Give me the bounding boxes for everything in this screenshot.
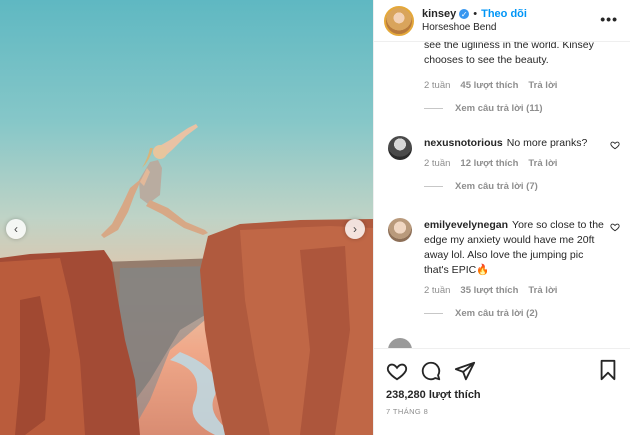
commenter-avatar[interactable] (388, 218, 412, 242)
prev-image-button[interactable]: ‹ (6, 219, 26, 239)
follow-button[interactable]: Theo dõi (481, 8, 527, 20)
more-options-icon[interactable]: ••• (600, 11, 618, 27)
view-replies-button[interactable]: Xem câu trả lời (2) (424, 308, 604, 319)
comment-meta: 2 tuần 45 lượt thích Trả lời (424, 80, 620, 91)
post-actions: 238,280 lượt thích 7 THÁNG 8 (374, 348, 630, 416)
like-comment-heart-icon[interactable] (610, 222, 620, 232)
comment-item: see the ugliness in the world. Kinsey ch… (388, 42, 620, 114)
comment-likes[interactable]: 35 lượt thích (460, 285, 518, 296)
instagram-post: ‹ › kinsey ✓ • Theo dõi Horseshoe Bend •… (0, 0, 630, 435)
commenter-username[interactable]: nexusnotorious (424, 137, 503, 149)
post-timestamp[interactable]: 7 THÁNG 8 (386, 407, 618, 416)
commenter-avatar[interactable] (388, 338, 412, 348)
comment-likes[interactable]: 12 lượt thích (460, 158, 518, 169)
reply-button[interactable]: Trả lời (528, 285, 557, 296)
comment-time[interactable]: 2 tuần (424, 158, 450, 169)
jumper-figure (101, 124, 208, 238)
commenter-avatar[interactable] (388, 136, 412, 160)
like-comment-heart-icon[interactable] (610, 140, 620, 150)
reply-button[interactable]: Trả lời (528, 158, 557, 169)
share-icon[interactable] (454, 360, 476, 382)
verified-badge-icon: ✓ (459, 9, 470, 19)
comment-time[interactable]: 2 tuần (424, 80, 450, 91)
comment-item: emilyevelynegan Yore so close to the edge… (388, 218, 620, 319)
bookmark-icon[interactable] (598, 359, 618, 381)
comment-likes[interactable]: 45 lượt thích (460, 80, 518, 91)
commenter-username[interactable]: emilyevelynegan (424, 219, 508, 231)
post-like-count[interactable]: 238,280 lượt thích (386, 389, 618, 401)
comment-time[interactable]: 2 tuần (424, 285, 450, 296)
comment-item: nexusnotorious No more pranks? 2 tuần 12 … (388, 136, 620, 192)
chevron-right-icon: › (353, 222, 357, 236)
comment-text: No more pranks? (506, 137, 588, 149)
next-image-button[interactable]: › (345, 219, 365, 239)
post-photo[interactable]: ‹ › (0, 0, 373, 435)
reply-button[interactable]: Trả lời (528, 80, 557, 91)
comment-text: see the ugliness in the world. Kinsey ch… (424, 42, 594, 66)
comment-icon[interactable] (420, 360, 442, 382)
canyon-jump-image (0, 124, 373, 435)
post-sidebar: kinsey ✓ • Theo dõi Horseshoe Bend ••• s… (373, 0, 630, 435)
action-bar (386, 359, 618, 383)
heart-icon[interactable] (386, 360, 408, 382)
author-username[interactable]: kinsey (422, 8, 456, 20)
post-location[interactable]: Horseshoe Bend (422, 22, 527, 33)
author-avatar[interactable] (384, 5, 414, 36)
view-replies-button[interactable]: Xem câu trả lời (11) (424, 103, 620, 114)
chevron-left-icon: ‹ (14, 222, 18, 236)
view-replies-button[interactable]: Xem câu trả lời (7) (424, 181, 604, 192)
comment-meta: 2 tuần 12 lượt thích Trả lời (424, 158, 604, 169)
post-header: kinsey ✓ • Theo dõi Horseshoe Bend ••• (374, 0, 630, 42)
comment-meta: 2 tuần 35 lượt thích Trả lời (424, 285, 604, 296)
comment-list[interactable]: see the ugliness in the world. Kinsey ch… (374, 42, 630, 348)
author-info: kinsey ✓ • Theo dõi Horseshoe Bend (422, 8, 527, 33)
